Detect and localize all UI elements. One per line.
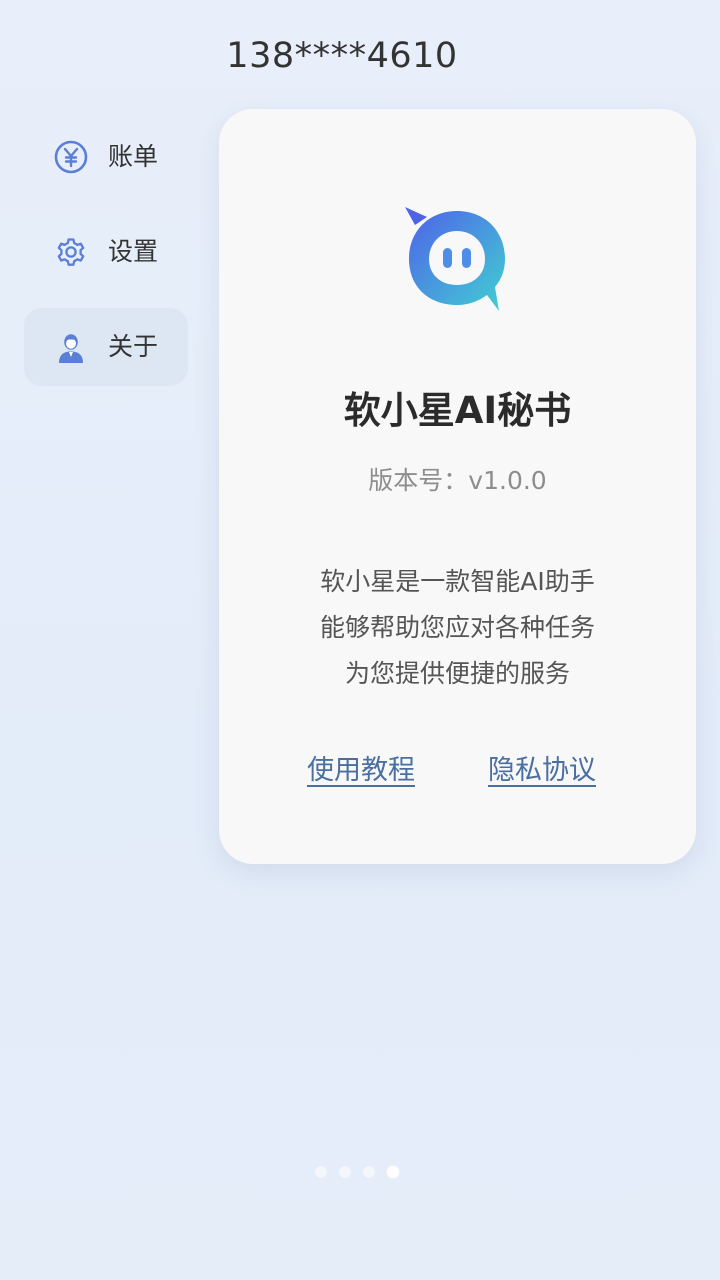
sidebar-item-label: 设置: [108, 237, 159, 266]
gear-icon: [57, 238, 85, 266]
page-dot[interactable]: [339, 1166, 351, 1178]
sidebar-item-label: 账单: [108, 142, 159, 171]
app-name: 软小星AI秘书: [343, 389, 572, 432]
user-phone-number: 138****4610: [226, 36, 458, 76]
page-dot[interactable]: [315, 1166, 327, 1178]
sidebar-item-bill[interactable]: 账单: [24, 118, 188, 196]
sidebar-item-settings[interactable]: 设置: [24, 213, 188, 291]
chat-bubble-logo-icon: [405, 207, 505, 311]
about-card: 软小星AI秘书 版本号：v1.0.0 软小星是一款智能AI助手 能够帮助您应对各…: [219, 109, 696, 864]
page-indicator: [315, 1166, 399, 1178]
version-text: 版本号：v1.0.0: [368, 466, 547, 495]
description-line: 能够帮助您应对各种任务: [319, 613, 595, 642]
description-line: 软小星是一款智能AI助手: [320, 567, 595, 596]
privacy-policy-link[interactable]: 隐私协议: [488, 749, 596, 793]
sidebar-menu: 账单 设置 关于: [24, 118, 188, 403]
sidebar-item-label: 关于: [108, 332, 159, 361]
yen-icon: [54, 140, 88, 174]
about-screen: 138****4610 账单 设置 关于 软小星AI秘书 版本号：v1.0.0 …: [0, 0, 720, 1280]
tutorial-link[interactable]: 使用教程: [307, 749, 415, 793]
page-dot[interactable]: [363, 1166, 375, 1178]
sidebar-item-about[interactable]: 关于: [24, 308, 188, 386]
description-line: 为您提供便捷的服务: [344, 659, 570, 688]
user-icon: [59, 334, 83, 363]
app-description: 软小星是一款智能AI助手 能够帮助您应对各种任务 为您提供便捷的服务: [219, 559, 696, 697]
page-dot-active[interactable]: [387, 1166, 399, 1178]
